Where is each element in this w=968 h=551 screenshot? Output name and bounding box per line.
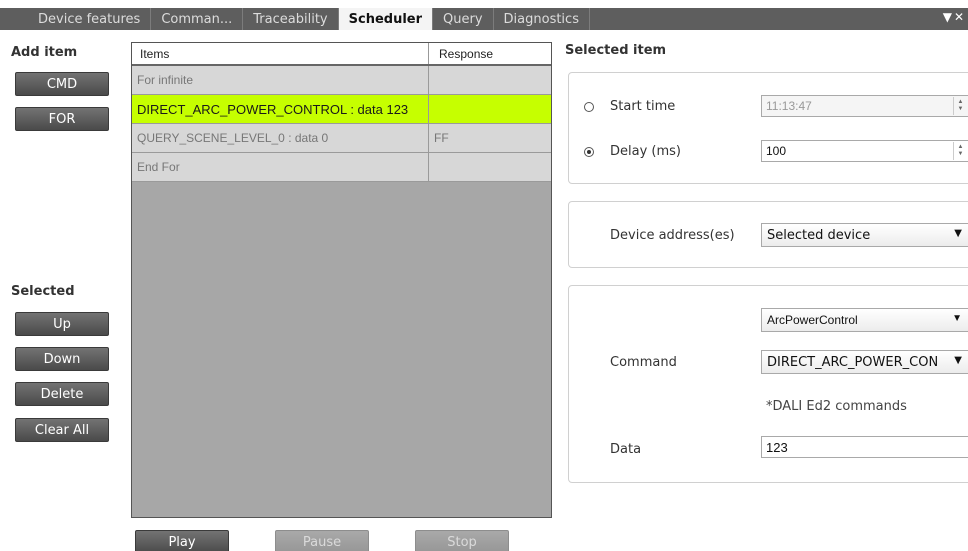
command-panel: ArcPowerControl ▼ Command DIRECT_ARC_POW… <box>568 285 968 483</box>
chevron-down-icon: ▼ <box>954 355 962 366</box>
chevron-down-icon: ▼ <box>954 228 962 239</box>
data-label: Data <box>610 442 642 457</box>
tab-tools: ▼ ✕ <box>943 10 964 24</box>
cmd-button[interactable]: CMD <box>15 72 109 96</box>
row-response-cell <box>429 95 551 123</box>
dali-note: *DALI Ed2 commands <box>766 399 907 414</box>
table-row[interactable]: QUERY_SCENE_LEVEL_0 : data 0 FF <box>132 124 551 153</box>
play-button[interactable]: Play <box>135 530 229 551</box>
row-item-cell: End For <box>132 153 429 181</box>
spin-up-icon[interactable]: ▲ <box>958 144 964 151</box>
for-button[interactable]: FOR <box>15 107 109 131</box>
selected-title: Selected <box>11 284 75 299</box>
column-header-response[interactable]: Response <box>429 43 551 64</box>
timing-panel: Start time 11:13:47 ▲ ▼ Delay (ms) 100 ▲ ▼ <box>568 72 968 184</box>
up-button[interactable]: Up <box>15 312 109 336</box>
device-address-label: Device address(es) <box>610 228 735 243</box>
down-button[interactable]: Down <box>15 347 109 371</box>
tab-scheduler[interactable]: Scheduler <box>338 8 434 30</box>
command-label: Command <box>610 355 677 370</box>
start-time-field[interactable]: 11:13:47 ▲ ▼ <box>761 95 968 117</box>
add-item-title: Add item <box>11 45 78 60</box>
start-time-label: Start time <box>610 99 676 114</box>
tab-device-features[interactable]: Device features <box>0 8 152 30</box>
schedule-grid[interactable]: Items Response For infinite DIRECT_ARC_P… <box>131 42 552 518</box>
delay-label: Delay (ms) <box>610 144 681 159</box>
tab-bar: Device features Comman... Traceability S… <box>0 8 968 30</box>
device-address-panel: Device address(es) Selected device ▼ <box>568 201 968 268</box>
data-value: 123 <box>766 439 788 455</box>
spin-up-icon[interactable]: ▲ <box>958 99 964 106</box>
dropdown-arrow-icon[interactable]: ▼ <box>943 10 952 24</box>
command-select[interactable]: DIRECT_ARC_POWER_CON ▼ <box>761 350 968 374</box>
row-item-cell: QUERY_SCENE_LEVEL_0 : data 0 <box>132 124 429 152</box>
row-item-cell: DIRECT_ARC_POWER_CONTROL : data 123 <box>132 95 429 123</box>
data-field[interactable]: 123 <box>761 436 968 458</box>
row-item-cell: For infinite <box>132 66 429 94</box>
command-value: DIRECT_ARC_POWER_CON <box>767 354 939 370</box>
start-time-radio[interactable] <box>584 102 594 112</box>
device-address-value: Selected device <box>767 227 871 243</box>
spin-down-icon[interactable]: ▼ <box>958 151 964 158</box>
column-header-items[interactable]: Items <box>132 43 429 64</box>
table-row[interactable]: End For <box>132 153 551 182</box>
tab-query[interactable]: Query <box>433 8 494 30</box>
table-row-selected[interactable]: DIRECT_ARC_POWER_CONTROL : data 123 <box>132 95 551 124</box>
device-address-select[interactable]: Selected device ▼ <box>761 223 968 247</box>
delay-radio[interactable] <box>584 147 594 157</box>
spin-down-icon[interactable]: ▼ <box>958 106 964 113</box>
tab-traceability[interactable]: Traceability <box>243 8 339 30</box>
tab-diagnostics[interactable]: Diagnostics <box>494 8 590 30</box>
close-icon[interactable]: ✕ <box>954 10 964 24</box>
start-time-value: 11:13:47 <box>766 99 812 113</box>
delay-field[interactable]: 100 ▲ ▼ <box>761 140 968 162</box>
delay-value: 100 <box>766 144 787 158</box>
selected-item-title: Selected item <box>565 43 667 58</box>
delete-button[interactable]: Delete <box>15 382 109 406</box>
command-group-select[interactable]: ArcPowerControl ▼ <box>761 308 968 332</box>
stop-button[interactable]: Stop <box>415 530 509 551</box>
pause-button[interactable]: Pause <box>275 530 369 551</box>
tab-commands[interactable]: Comman... <box>151 8 244 30</box>
grid-header: Items Response <box>132 43 551 66</box>
chevron-down-icon: ▼ <box>952 313 962 324</box>
table-row[interactable]: For infinite <box>132 66 551 95</box>
clear-all-button[interactable]: Clear All <box>15 418 109 442</box>
start-time-spinner[interactable]: ▲ ▼ <box>953 97 967 115</box>
row-response-cell <box>429 153 551 181</box>
delay-spinner[interactable]: ▲ ▼ <box>953 142 967 160</box>
row-response-cell: FF <box>434 131 449 145</box>
command-group-value: ArcPowerControl <box>767 313 858 327</box>
row-response-cell <box>429 66 551 94</box>
